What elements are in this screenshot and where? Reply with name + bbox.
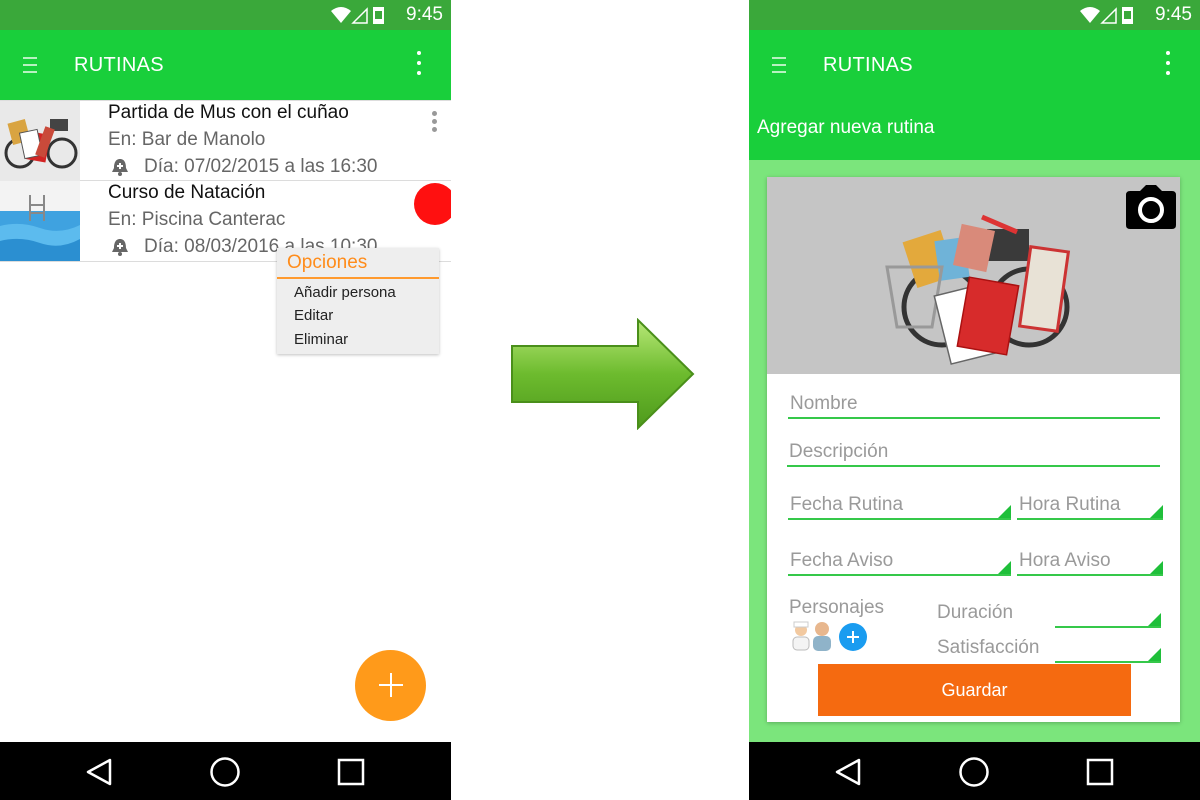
recents-icon[interactable] [335, 756, 367, 788]
options-popup-menu: Opciones Añadir persona Editar Eliminar [277, 248, 439, 354]
navigation-bar [0, 742, 451, 800]
recents-icon[interactable] [1084, 756, 1116, 788]
routine-date: Día: 07/02/2015 a las 16:30 [144, 156, 378, 177]
dropdown-corner-icon [998, 505, 1011, 518]
nombre-field[interactable]: Nombre [788, 379, 1160, 419]
status-time: 9:45 [1155, 4, 1192, 25]
fecha-aviso-label: Fecha Aviso [790, 550, 894, 571]
routine-thumbnail [0, 101, 80, 181]
right-screen: 9:45 RUTINAS Agregar nueva rutina Nombre… [749, 0, 1200, 800]
descripcion-field[interactable]: Descripción [787, 427, 1160, 467]
hora-rutina-dropdown[interactable]: Hora Rutina [1017, 480, 1163, 520]
satisfaccion-dropdown[interactable]: Satisfacción [935, 623, 1161, 663]
back-icon[interactable] [833, 756, 865, 788]
app-title: RUTINAS [823, 54, 913, 76]
page-header: Agregar nueva rutina [749, 100, 1200, 160]
menu-icon[interactable] [23, 57, 39, 75]
routine-image-picker[interactable] [767, 177, 1180, 374]
app-title: RUTINAS [74, 54, 164, 76]
routine-place: En: Bar de Manolo [108, 129, 266, 150]
home-icon[interactable] [958, 756, 990, 788]
transition-arrow-icon [511, 318, 695, 430]
nombre-label: Nombre [790, 393, 858, 414]
back-icon[interactable] [84, 756, 116, 788]
status-icons [1080, 7, 1133, 24]
dropdown-corner-icon [1150, 561, 1163, 574]
routine-place: En: Piscina Canterac [108, 209, 286, 230]
dropdown-corner-icon [1148, 648, 1161, 661]
alarm-bell-icon [112, 159, 128, 176]
popup-title: Opciones [287, 252, 368, 273]
alarm-bell-icon [112, 239, 128, 256]
menu-icon[interactable] [772, 57, 788, 75]
hora-aviso-label: Hora Aviso [1019, 550, 1111, 571]
menu-item-delete[interactable]: Eliminar [294, 331, 348, 348]
touch-indicator [414, 183, 451, 225]
fecha-rutina-dropdown[interactable]: Fecha Rutina [788, 480, 1011, 520]
routine-image [885, 214, 1071, 365]
status-icons [331, 7, 384, 24]
new-routine-form: Nombre Descripción Fecha Rutina Hora Rut… [767, 177, 1180, 722]
satisfaccion-label: Satisfacción [937, 637, 1040, 658]
routine-options-icon[interactable] [432, 111, 438, 135]
camera-icon[interactable] [1126, 185, 1176, 229]
navigation-bar [749, 742, 1200, 800]
home-icon[interactable] [209, 756, 241, 788]
page-title: Agregar nueva rutina [757, 117, 935, 138]
nurse-avatar-icon [792, 621, 810, 651]
popup-divider [277, 277, 439, 279]
save-button[interactable]: Guardar [818, 664, 1131, 716]
fecha-rutina-label: Fecha Rutina [790, 494, 904, 515]
menu-item-add-person[interactable]: Añadir persona [294, 284, 396, 301]
menu-item-edit[interactable]: Editar [294, 307, 333, 324]
fecha-aviso-dropdown[interactable]: Fecha Aviso [788, 536, 1011, 576]
dropdown-corner-icon [998, 561, 1011, 574]
routine-thumbnail [0, 181, 80, 261]
routine-card[interactable]: Partida de Mus con el cuñao En: Bar de M… [0, 100, 451, 181]
status-bar: 9:45 [0, 0, 451, 30]
left-screen: 9:45 RUTINAS Partida de Mus con el cuñao… [0, 0, 451, 800]
personajes-avatars [792, 621, 867, 651]
app-bar: RUTINAS [749, 30, 1200, 100]
doctor-avatar-icon [813, 622, 831, 651]
duracion-dropdown[interactable]: Duración [935, 588, 1161, 628]
routine-title: Curso de Natación [108, 182, 266, 203]
more-options-icon[interactable] [1166, 51, 1172, 79]
app-bar: RUTINAS [0, 30, 451, 100]
duracion-label: Duración [937, 602, 1014, 623]
personajes-label: Personajes [789, 597, 885, 618]
dropdown-corner-icon [1150, 505, 1163, 518]
status-time: 9:45 [406, 4, 443, 25]
add-routine-fab[interactable] [355, 650, 426, 721]
hora-rutina-label: Hora Rutina [1019, 494, 1121, 515]
status-bar: 9:45 [749, 0, 1200, 30]
descripcion-label: Descripción [789, 441, 889, 462]
routine-title: Partida de Mus con el cuñao [108, 102, 349, 123]
more-options-icon[interactable] [417, 51, 423, 79]
hora-aviso-dropdown[interactable]: Hora Aviso [1017, 536, 1163, 576]
